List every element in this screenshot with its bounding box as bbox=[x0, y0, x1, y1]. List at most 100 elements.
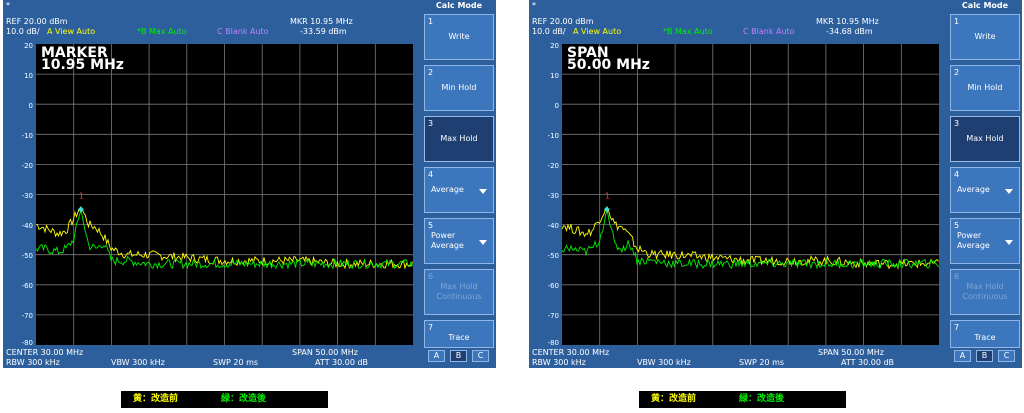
softkey-number: 5 bbox=[428, 221, 434, 230]
rbw: RBW 300 kHz bbox=[6, 358, 60, 367]
marker-amplitude: -34.68 dBm bbox=[826, 27, 873, 36]
y-tick: -40 bbox=[21, 222, 33, 230]
vbw: VBW 300 kHz bbox=[111, 358, 165, 367]
menu-title: Calc Mode bbox=[435, 1, 483, 10]
rbw: RBW 300 kHz bbox=[532, 358, 586, 367]
y-tick: -60 bbox=[547, 282, 559, 290]
trace-a-status: A View Auto bbox=[573, 27, 622, 36]
dropdown-arrow-icon bbox=[1005, 189, 1013, 194]
softkey-max-hold[interactable]: 3 Max Hold bbox=[424, 116, 494, 162]
softkey-min-hold[interactable]: 2 Min Hold bbox=[950, 65, 1020, 111]
span-frequency: SPAN 50.00 MHz bbox=[818, 348, 884, 357]
overlay-label: SPAN 50.00 MHz bbox=[567, 46, 650, 73]
overlay-line-2: 10.95 MHz bbox=[41, 57, 124, 73]
softkey-number: 1 bbox=[954, 17, 960, 26]
marker-number: 1 bbox=[79, 192, 84, 201]
trace-b-status: *B Max Auto bbox=[663, 27, 713, 36]
analyzer-screen-left: * REF 20.00 dBm 10.0 dB/ A View Auto *B … bbox=[3, 0, 496, 368]
softkey-average[interactable]: 4 Average bbox=[950, 167, 1020, 213]
softkey-label: Write bbox=[448, 32, 470, 41]
menu-title: Calc Mode bbox=[961, 1, 1009, 10]
star-indicator: * bbox=[532, 1, 536, 10]
trace-a-status: A View Auto bbox=[47, 27, 96, 36]
marker-number: 1 bbox=[605, 192, 610, 201]
softkey-label: Max Hold Continuous bbox=[962, 282, 1008, 301]
softkey-number: 4 bbox=[428, 170, 434, 179]
y-tick: -80 bbox=[21, 339, 33, 347]
overlay-label: MARKER 10.95 MHz bbox=[41, 46, 124, 73]
y-tick: -30 bbox=[21, 192, 33, 200]
softkey-number: 6 bbox=[428, 272, 434, 281]
scale-per-div: 10.0 dB/ bbox=[532, 27, 566, 36]
overlay-line-2: 50.00 MHz bbox=[567, 57, 650, 73]
softkey-trace[interactable]: 7 Trace bbox=[950, 320, 1020, 348]
softkey-number: 3 bbox=[428, 119, 434, 128]
softkey-number: 6 bbox=[954, 272, 960, 281]
y-tick: 20 bbox=[24, 42, 33, 50]
softkey-write[interactable]: 1 Write bbox=[950, 14, 1020, 60]
trace-c-status: C Blank Auto bbox=[217, 27, 269, 36]
softkey-label: Max Hold Continuous bbox=[436, 282, 482, 301]
softkey-label: Max Hold bbox=[966, 134, 1004, 143]
analyzer-screen-right: * REF 20.00 dBm 10.0 dB/ A View Auto *B … bbox=[529, 0, 1022, 368]
trace-c-button[interactable]: C bbox=[998, 350, 1015, 362]
trace-a-button[interactable]: A bbox=[428, 350, 445, 362]
y-tick: -60 bbox=[21, 282, 33, 290]
y-tick: 10 bbox=[24, 72, 33, 80]
softkey-label: Max Hold bbox=[440, 134, 478, 143]
ref-level: REF 20.00 dBm bbox=[532, 17, 594, 26]
softkey-number: 2 bbox=[428, 68, 434, 77]
trace-b-button[interactable]: B bbox=[450, 350, 467, 362]
y-tick: -70 bbox=[21, 312, 33, 320]
y-tick: 10 bbox=[550, 72, 559, 80]
softkey-number: 1 bbox=[428, 17, 434, 26]
softkey-min-hold[interactable]: 2 Min Hold bbox=[424, 65, 494, 111]
spectrum-plot: 1 bbox=[561, 44, 939, 345]
y-tick: 20 bbox=[550, 42, 559, 50]
softkey-max-hold-continuous[interactable]: 6 Max Hold Continuous bbox=[950, 269, 1020, 315]
softkey-menu: Calc Mode 1 Write 2 Min Hold 3 Max Hold … bbox=[420, 0, 496, 368]
softkey-label: Power Average bbox=[431, 231, 464, 250]
span-frequency: SPAN 50.00 MHz bbox=[292, 348, 358, 357]
star-indicator: * bbox=[6, 1, 10, 10]
softkey-max-hold-continuous[interactable]: 6 Max Hold Continuous bbox=[424, 269, 494, 315]
attenuation: ATT 30.00 dB bbox=[315, 358, 369, 367]
softkey-number: 7 bbox=[954, 323, 960, 332]
trace-a-button[interactable]: A bbox=[954, 350, 971, 362]
softkey-number: 5 bbox=[954, 221, 960, 230]
attenuation: ATT 30.00 dB bbox=[841, 358, 895, 367]
dropdown-arrow-icon bbox=[479, 240, 487, 245]
sweep-time: SWP 20 ms bbox=[213, 358, 259, 367]
spectrum-display: 1 bbox=[35, 44, 413, 345]
center-frequency: CENTER 30.00 MHz bbox=[532, 348, 610, 357]
softkey-max-hold[interactable]: 3 Max Hold bbox=[950, 116, 1020, 162]
marker-frequency: MKR 10.95 MHz bbox=[290, 17, 353, 26]
softkey-trace[interactable]: 7 Trace bbox=[424, 320, 494, 348]
legend-before: 黄：改造前 bbox=[651, 394, 697, 404]
legend-box-right: 黄：改造前 緑：改造後 bbox=[639, 391, 846, 408]
y-tick: 0 bbox=[28, 102, 33, 110]
softkey-label: Average bbox=[957, 185, 990, 194]
legend-before: 黄：改造前 bbox=[133, 394, 179, 404]
y-tick: -80 bbox=[547, 339, 559, 347]
y-tick: -50 bbox=[547, 252, 559, 260]
softkey-power-average[interactable]: 5 Power Average bbox=[424, 218, 494, 264]
softkey-power-average[interactable]: 5 Power Average bbox=[950, 218, 1020, 264]
softkey-number: 3 bbox=[954, 119, 960, 128]
softkey-label: Trace bbox=[974, 333, 996, 342]
trace-b-button[interactable]: B bbox=[976, 350, 993, 362]
softkey-label: Min Hold bbox=[441, 83, 477, 92]
trace-c-button[interactable]: C bbox=[472, 350, 489, 362]
y-tick: 0 bbox=[554, 102, 559, 110]
trace-c-status: C Blank Auto bbox=[743, 27, 795, 36]
y-tick: -10 bbox=[547, 132, 559, 140]
softkey-number: 7 bbox=[428, 323, 434, 332]
softkey-write[interactable]: 1 Write bbox=[424, 14, 494, 60]
center-frequency: CENTER 30.00 MHz bbox=[6, 348, 84, 357]
legend-after: 緑：改造後 bbox=[739, 394, 785, 404]
softkey-average[interactable]: 4 Average bbox=[424, 167, 494, 213]
softkey-label: Write bbox=[974, 32, 996, 41]
vbw: VBW 300 kHz bbox=[637, 358, 691, 367]
marker-frequency: MKR 10.95 MHz bbox=[816, 17, 879, 26]
softkey-label: Average bbox=[431, 185, 464, 194]
